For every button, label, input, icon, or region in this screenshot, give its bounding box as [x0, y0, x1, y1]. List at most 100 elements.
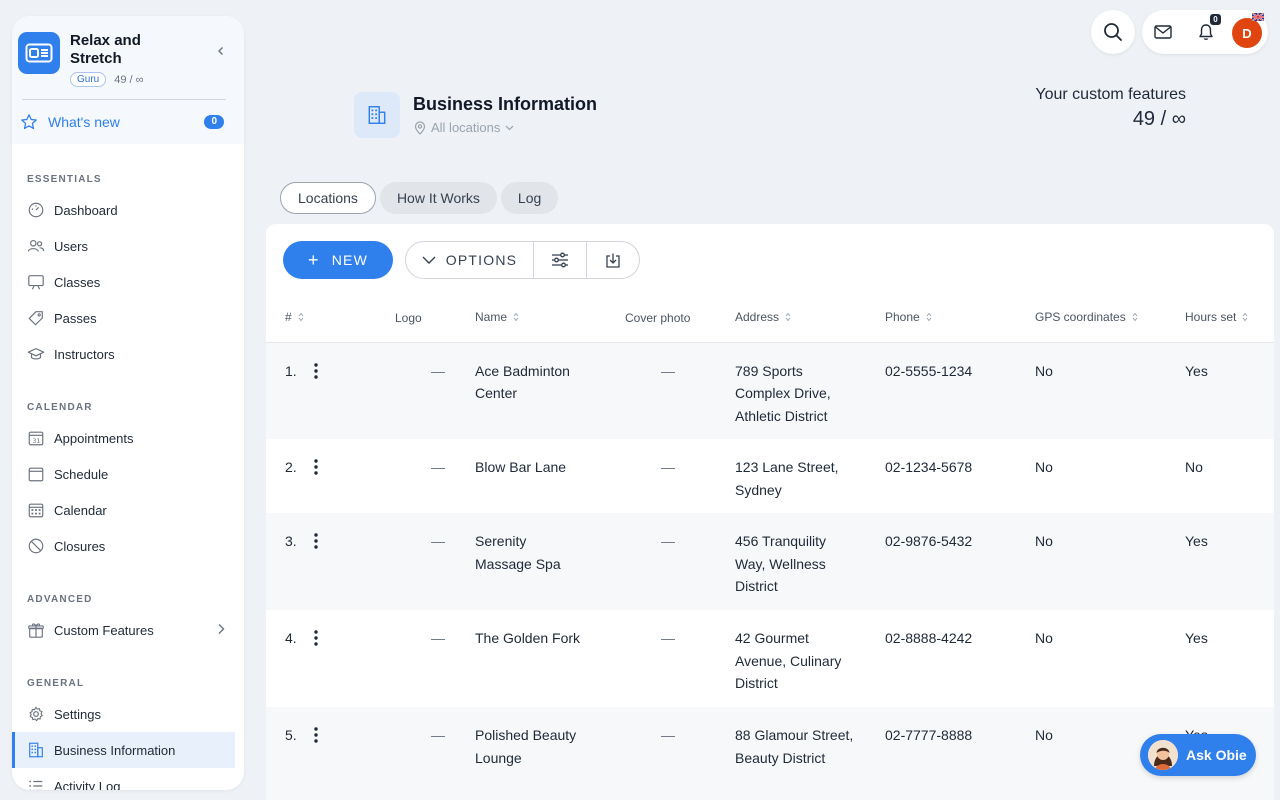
sort-icon: [298, 311, 304, 325]
column-header-address[interactable]: Address: [735, 294, 885, 343]
phone-cell: 02-1234-5678: [885, 459, 973, 475]
locations-card: + NEW OPTIONS # Logo Name Cover photo Ad…: [266, 224, 1274, 800]
sidebar-item-classes[interactable]: Classes: [12, 264, 244, 300]
svg-text:31: 31: [32, 438, 40, 445]
table-row[interactable]: 3. — Serenity Massage Spa — 456 Tranquil…: [266, 513, 1274, 610]
table-row[interactable]: 2. — Blow Bar Lane — 123 Lane Street, Sy…: [266, 439, 1274, 513]
table-row[interactable]: 4. — The Golden Fork — 42 Gourmet Avenue…: [266, 610, 1274, 707]
name-cell: Ace Badminton Center: [475, 362, 570, 402]
sidebar-item-label: Settings: [54, 706, 101, 722]
cover-photo-cell: —: [661, 533, 675, 549]
mail-button[interactable]: [1153, 22, 1173, 42]
new-button-label: NEW: [331, 252, 368, 268]
column-header-label: Address: [735, 310, 780, 325]
more-vertical-icon[interactable]: [314, 724, 318, 750]
sidebar-item-passes[interactable]: Passes: [12, 300, 244, 336]
sidebar-item-schedule[interactable]: Schedule: [12, 456, 244, 492]
tab-bar: Locations How It Works Log: [280, 182, 559, 214]
sidebar-item-custom-features[interactable]: Custom Features: [12, 612, 244, 648]
ban-icon: [28, 538, 44, 554]
table-row[interactable]: 1. — Ace Badminton Center — 789 Sports C…: [266, 342, 1274, 439]
search-button[interactable]: [1091, 10, 1135, 54]
sort-icon: [785, 311, 791, 325]
column-header-label: Name: [475, 310, 508, 325]
row-number: 1.: [285, 362, 297, 379]
name-cell: Polished Beauty Lounge: [475, 727, 577, 766]
new-location-button[interactable]: + NEW: [283, 241, 393, 279]
tab-log[interactable]: Log: [500, 182, 559, 214]
sliders-icon: [552, 252, 568, 268]
sidebar-item-label: Instructors: [54, 346, 115, 362]
more-vertical-icon[interactable]: [314, 530, 318, 556]
user-toolbar: 0 D: [1142, 10, 1268, 54]
column-header-gps[interactable]: GPS coordinates: [1035, 294, 1185, 343]
avatar[interactable]: D: [1232, 18, 1262, 48]
location-filter-dropdown[interactable]: All locations: [414, 120, 514, 135]
brand-feature-count: 49 / ∞: [114, 73, 144, 86]
whats-new-link[interactable]: What's new 0: [18, 100, 230, 144]
chevron-right-icon: [218, 624, 225, 634]
sidebar-item-label: Calendar: [54, 502, 107, 518]
sidebar-item-label: Users: [54, 238, 88, 254]
sidebar-item-dashboard[interactable]: Dashboard: [12, 192, 244, 228]
sidebar-item-settings[interactable]: Settings: [12, 696, 244, 732]
gps-cell: No: [1035, 362, 1053, 379]
logo-cell: —: [431, 362, 445, 379]
sidebar-item-closures[interactable]: Closures: [12, 528, 244, 564]
sidebar-item-appointments[interactable]: 31 Appointments: [12, 420, 244, 456]
sidebar-item-label: Dashboard: [54, 202, 118, 218]
section-advanced: ADVANCED: [27, 594, 93, 605]
tab-how-it-works[interactable]: How It Works: [379, 182, 497, 214]
export-button[interactable]: [587, 242, 639, 278]
sidebar-item-label: Business Information: [54, 742, 176, 758]
sidebar-item-users[interactable]: Users: [12, 228, 244, 264]
notifications-button[interactable]: [1196, 22, 1216, 42]
more-vertical-icon[interactable]: [314, 627, 318, 653]
gps-cell: No: [1035, 533, 1053, 549]
cover-photo-cell: —: [661, 459, 675, 475]
building-icon: [354, 92, 400, 138]
sidebar-item-business-information[interactable]: Business Information: [12, 732, 235, 768]
table-row[interactable]: 5. — Polished Beauty Lounge — 88 Glamour…: [266, 707, 1274, 800]
column-header-number[interactable]: #: [266, 294, 314, 343]
name-cell: Serenity Massage Spa: [475, 533, 561, 572]
row-number: 3.: [285, 533, 297, 549]
hours-set-cell: Yes: [1185, 533, 1208, 549]
brand-name: Relax and Stretch: [70, 32, 141, 67]
map-pin-icon: [414, 120, 426, 135]
chevron-left-icon: [218, 47, 223, 55]
column-header-phone[interactable]: Phone: [885, 294, 1035, 343]
table-actions-group: OPTIONS: [405, 241, 640, 279]
whats-new-count: 0: [204, 115, 224, 129]
filter-settings-button[interactable]: [534, 242, 587, 278]
page-title: Business Information: [413, 94, 598, 114]
sidebar-item-label: Appointments: [54, 430, 134, 446]
chevron-down-icon: [505, 125, 514, 130]
options-dropdown-button[interactable]: OPTIONS: [406, 242, 534, 278]
hours-set-cell: No: [1185, 459, 1203, 475]
tab-locations[interactable]: Locations: [280, 182, 376, 214]
ask-obie-button[interactable]: Ask Obie: [1140, 734, 1256, 776]
more-vertical-icon[interactable]: [314, 456, 318, 482]
column-header-label: Cover photo: [625, 310, 691, 325]
custom-features-summary: Your custom features 49 / ∞: [1035, 86, 1186, 131]
sidebar-item-label: Closures: [54, 538, 106, 554]
hours-set-cell: Yes: [1185, 362, 1208, 379]
chevron-down-icon: [422, 256, 436, 264]
collapse-sidebar-button[interactable]: [212, 42, 230, 60]
uk-flag-icon[interactable]: [1252, 13, 1264, 21]
phone-cell: 02-5555-1234: [885, 362, 973, 379]
sidebar-item-activity-log[interactable]: Activity Log: [12, 768, 244, 790]
column-header-name[interactable]: Name: [475, 294, 625, 343]
column-header-hours-set[interactable]: Hours set: [1185, 294, 1274, 343]
bell-icon: [1199, 24, 1213, 41]
easel-icon: [28, 275, 44, 290]
window-logo-icon[interactable]: [18, 32, 60, 74]
name-cell: The Golden Fork: [475, 630, 581, 646]
logo-cell: —: [431, 459, 445, 475]
cover-photo-cell: —: [661, 727, 675, 743]
more-vertical-icon[interactable]: [314, 360, 318, 386]
sidebar-item-instructors[interactable]: Instructors: [12, 336, 244, 372]
whats-new-label: What's new: [48, 114, 120, 130]
sidebar-item-calendar[interactable]: Calendar: [12, 492, 244, 528]
